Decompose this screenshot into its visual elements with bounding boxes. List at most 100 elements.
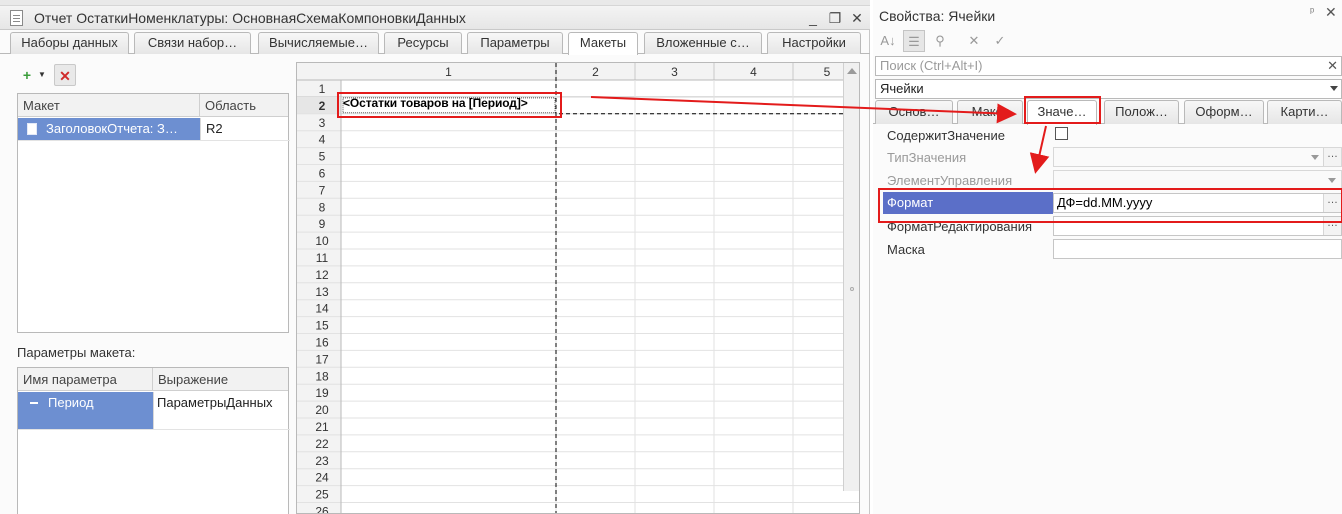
schema-tabs: Наборы данных Связи набор… Вычисляемые… … [0, 30, 870, 55]
column-header-template[interactable]: Макет [18, 94, 200, 117]
row-header[interactable]: 12 [315, 268, 329, 282]
collapse-icon [30, 402, 38, 404]
tab-settings[interactable]: Настройки [767, 32, 861, 54]
cancel-icon[interactable]: ✕ [963, 30, 985, 52]
tab-dataset-links[interactable]: Связи набор… [134, 32, 251, 54]
categories-icon[interactable]: ☰ [903, 30, 925, 52]
check-icon[interactable]: ✓ [989, 30, 1011, 52]
ellipsis-icon[interactable]: … [1323, 148, 1341, 166]
column-header[interactable]: 5 [824, 65, 831, 79]
object-select[interactable]: Ячейки [875, 79, 1342, 99]
vertical-scrollbar[interactable] [843, 63, 859, 491]
column-header[interactable]: 1 [445, 65, 452, 79]
property-contains-value-label: СодержитЗначение [887, 128, 1005, 143]
value-type-field[interactable]: … [1053, 147, 1342, 167]
window-title: Отчет ОстаткиНоменклатуры: ОсновнаяСхема… [34, 10, 466, 26]
row-header[interactable]: 13 [315, 285, 329, 299]
row-header[interactable]: 1 [319, 82, 326, 96]
row-header[interactable]: 8 [319, 200, 326, 214]
row-header[interactable]: 16 [315, 336, 329, 350]
scroll-up-icon[interactable] [847, 68, 857, 74]
object-select-value: Ячейки [880, 81, 924, 96]
tab-appearance[interactable]: Оформ… [1184, 100, 1264, 124]
restore-button[interactable]: ❐ [826, 9, 844, 27]
row-header[interactable]: 4 [319, 133, 326, 147]
chevron-down-icon [1330, 86, 1338, 91]
row-header[interactable]: 23 [315, 454, 329, 468]
header-cell-text[interactable]: <Остатки товаров на [Период]> [343, 96, 528, 110]
tab-picture[interactable]: Карти… [1267, 100, 1342, 124]
row-header[interactable]: 15 [315, 319, 329, 333]
row-divider [18, 429, 290, 430]
column-header-param-name[interactable]: Имя параметра [18, 368, 153, 391]
scroll-thumb[interactable] [850, 287, 854, 291]
add-template-icon: + [22, 67, 32, 83]
param-name-cell[interactable]: Период [43, 392, 153, 414]
close-button[interactable]: ✕ [848, 9, 866, 27]
row-header[interactable]: 22 [315, 437, 329, 451]
tab-nested-schemas[interactable]: Вложенные с… [644, 32, 762, 54]
row-header[interactable]: 2 [319, 99, 326, 113]
format-value: ДФ=dd.MM.yyyy [1057, 195, 1153, 210]
mask-field[interactable] [1053, 239, 1342, 259]
document-icon [10, 10, 23, 26]
edit-format-field[interactable]: … [1053, 216, 1342, 236]
column-header-area[interactable]: Область [200, 94, 290, 117]
row-header[interactable]: 6 [319, 167, 326, 181]
tab-value[interactable]: Значе… [1027, 100, 1097, 125]
tab-layout[interactable]: Макет [957, 100, 1023, 124]
template-area-cell[interactable]: R2 [201, 118, 289, 140]
column-header-expression[interactable]: Выражение [153, 368, 290, 391]
properties-search-input[interactable]: Поиск (Ctrl+Alt+I) ✕ [875, 56, 1342, 76]
tab-templates[interactable]: Макеты [568, 32, 638, 55]
ellipsis-icon[interactable]: … [1323, 194, 1341, 212]
tab-calculated-fields[interactable]: Вычисляемые… [258, 32, 379, 54]
chevron-down-icon [1311, 155, 1319, 160]
template-params-label: Параметры макета: [17, 345, 136, 360]
tab-position[interactable]: Полож… [1104, 100, 1179, 124]
row-header[interactable]: 21 [315, 420, 329, 434]
row-header[interactable]: 14 [315, 302, 329, 316]
column-header[interactable]: 4 [750, 65, 757, 79]
tab-datasets[interactable]: Наборы данных [10, 32, 129, 54]
row-header[interactable]: 18 [315, 369, 329, 383]
column-divider [200, 118, 201, 140]
templates-table: Макет Область ЗаголовокОтчета: З… R2 [17, 93, 290, 333]
add-template-button[interactable]: + ▼ [16, 64, 46, 86]
template-icon [27, 123, 37, 135]
row-header[interactable]: 9 [319, 217, 326, 231]
row-header[interactable]: 5 [319, 150, 326, 164]
column-header[interactable]: 3 [671, 65, 678, 79]
row-header[interactable]: 7 [319, 183, 326, 197]
row-header[interactable]: 20 [315, 403, 329, 417]
template-spreadsheet[interactable]: 1 2 3 4 5 1 2 3 4 5 6 7 8 9 10 11 12 13 14 15 16 17 18 19 20 21 22… [296, 62, 860, 514]
delete-template-button[interactable]: ✕ [54, 64, 76, 86]
filter-icon[interactable]: ⚲ [929, 30, 951, 52]
control-element-field[interactable] [1053, 170, 1342, 190]
row-header[interactable]: 19 [315, 386, 329, 400]
sort-az-icon[interactable]: A↓ [877, 30, 899, 52]
row-header[interactable]: 17 [315, 352, 329, 366]
row-header[interactable]: 26 [315, 505, 329, 514]
format-field[interactable]: ДФ=dd.MM.yyyy … [1053, 193, 1342, 213]
clear-search-icon[interactable]: ✕ [1327, 57, 1338, 75]
property-format-label-row[interactable]: Формат [883, 192, 1053, 214]
row-header[interactable]: 3 [319, 116, 326, 130]
column-header[interactable]: 2 [592, 65, 599, 79]
close-properties-button[interactable]: ✕ [1325, 4, 1337, 21]
tab-resources[interactable]: Ресурсы [384, 32, 462, 54]
tab-basic[interactable]: Основ… [875, 100, 953, 124]
contains-value-checkbox[interactable] [1055, 127, 1068, 140]
row-header[interactable]: 25 [315, 488, 329, 502]
column-header-bar [297, 63, 859, 80]
minimize-button[interactable]: _ [804, 9, 822, 27]
ellipsis-icon[interactable]: … [1323, 217, 1341, 235]
row-header[interactable]: 11 [316, 251, 329, 265]
template-name-cell[interactable]: ЗаголовокОтчета: З… [22, 118, 200, 140]
param-expression-cell[interactable]: ПараметрыДанных [154, 392, 290, 414]
row-header[interactable]: 10 [315, 234, 329, 248]
tab-parameters[interactable]: Параметры [467, 32, 563, 54]
column-divider [153, 392, 154, 429]
row-header[interactable]: 24 [315, 471, 329, 485]
pin-icon[interactable]: ᵖ [1310, 6, 1314, 18]
